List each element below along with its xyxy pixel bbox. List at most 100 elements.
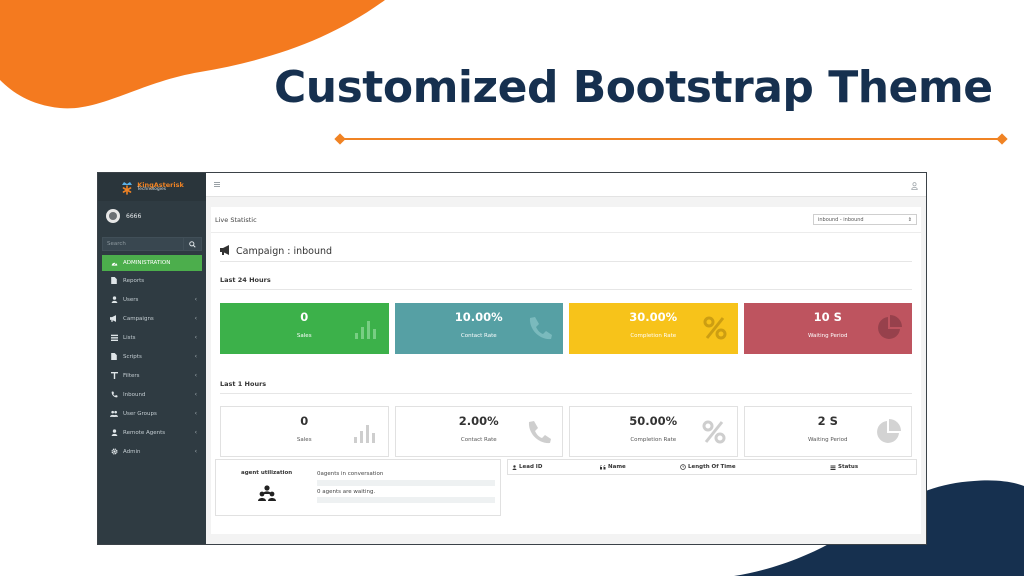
- percent-icon: [702, 420, 725, 444]
- list-icon: [830, 465, 836, 470]
- title-divider: [334, 133, 1008, 145]
- phone-icon: [528, 421, 551, 444]
- stat-card-completion-rate: 50.00% Completion Rate: [569, 406, 738, 457]
- megaphone-icon: [220, 245, 232, 258]
- sidebar-item-label: Remote Agents: [123, 429, 166, 436]
- stat-card-waiting-period: 10 S Waiting Period: [743, 303, 912, 354]
- sidebar-item-inbound[interactable]: Inbound ‹: [98, 385, 206, 404]
- search-icon: [189, 240, 196, 248]
- stat-card-completion-rate: 30.00% Completion Rate: [569, 303, 738, 354]
- sidebar-item-scripts[interactable]: Scripts ‹: [98, 347, 206, 366]
- column-header-length-of-time[interactable]: Length Of Time: [680, 464, 830, 470]
- sidebar-item-filters[interactable]: Filters ‹: [98, 366, 206, 385]
- hamburger-icon[interactable]: [214, 182, 220, 187]
- sidebar-item-label: Users: [123, 296, 139, 303]
- sidebar-item-lists[interactable]: Lists ‹: [98, 328, 206, 347]
- dashboard-screenshot: KingAsterisk Technologies 6666 ADMINISTR…: [97, 172, 927, 545]
- sidebar-item-user-groups[interactable]: User Groups ‹: [98, 404, 206, 423]
- sidebar-item-admin[interactable]: Admin ‹: [98, 442, 206, 461]
- pie-chart-icon: [877, 419, 901, 443]
- stat-card-sales: 0 Sales: [220, 303, 389, 354]
- sidebar: KingAsterisk Technologies 6666 ADMINISTR…: [98, 173, 206, 544]
- stat-card-contact-rate: 2.00% Contact Rate: [394, 406, 563, 457]
- sidebar-item-label: Scripts: [123, 353, 142, 360]
- users-icon: [110, 410, 118, 418]
- user-icon[interactable]: [911, 175, 918, 194]
- sidebar-item-label: User Groups: [123, 410, 157, 417]
- section-title-last-1-hours: Last 1 Hours: [220, 380, 267, 388]
- phone-icon: [110, 391, 118, 399]
- agents-waiting-text: 0 agents are waiting.: [317, 489, 376, 495]
- logo[interactable]: KingAsterisk Technologies: [98, 173, 206, 201]
- user-icon: [110, 296, 118, 304]
- chevron-left-icon: ‹: [194, 334, 197, 341]
- sidebar-search: [102, 237, 202, 251]
- avatar-icon: [106, 209, 120, 223]
- panel-header: Live Statistic inbound - inbound ⇕: [211, 207, 921, 233]
- file-icon: [110, 277, 118, 285]
- sidebar-item-reports[interactable]: Reports: [98, 271, 206, 290]
- campaign-title: Campaign : inbound: [236, 246, 333, 257]
- filter-icon: [110, 372, 118, 380]
- column-header-label: Name: [608, 464, 626, 470]
- conversation-progress-bar: [317, 480, 495, 486]
- sidebar-item-label: Filters: [123, 372, 140, 379]
- waiting-progress-bar: [317, 497, 495, 503]
- logo-subtitle: Technologies: [137, 187, 167, 192]
- user-name: 6666: [126, 212, 142, 220]
- column-header-lead-id[interactable]: Lead ID: [512, 464, 600, 470]
- stat-card-contact-rate: 10.00% Contact Rate: [394, 303, 563, 354]
- agents-table-header: Lead ID Name Length Of Time Status: [507, 459, 917, 475]
- agents-in-conversation-text: 0agents in conversation: [317, 471, 384, 477]
- campaign-select-value: inbound - inbound: [818, 216, 864, 223]
- phone-icon: [529, 317, 552, 340]
- asterisk-logo-icon: [120, 180, 134, 195]
- stat-card-sales: 0 Sales: [220, 406, 389, 457]
- divider-right-diamond: [996, 133, 1008, 145]
- user-icon: [110, 429, 118, 437]
- gear-icon: [110, 448, 118, 456]
- column-header-label: Length Of Time: [688, 464, 736, 470]
- column-header-label: Status: [838, 464, 859, 470]
- bar-chart-icon: [353, 425, 375, 443]
- user-icon: [512, 464, 517, 470]
- sidebar-item-label: Lists: [123, 334, 136, 341]
- sidebar-item-label: ADMINISTRATION: [123, 260, 171, 266]
- stats-cards-24h: 0 Sales 10.00% Contact Rate 30.00% Compl…: [211, 303, 921, 354]
- percent-icon: [703, 316, 726, 340]
- chevron-left-icon: ‹: [194, 410, 197, 417]
- chevron-left-icon: ‹: [194, 315, 197, 322]
- agent-utilization-title: agent utilization: [241, 470, 293, 476]
- column-header-name[interactable]: Name: [600, 464, 680, 470]
- file-icon: [110, 353, 118, 361]
- main-content: Live Statistic inbound - inbound ⇕ Campa…: [206, 173, 926, 544]
- search-input[interactable]: [103, 238, 183, 250]
- megaphone-icon: [110, 315, 118, 323]
- clock-icon: [680, 464, 686, 470]
- search-button[interactable]: [183, 238, 201, 250]
- bottom-row: agent utilization 0agents in conversatio…: [215, 459, 917, 516]
- panel-title: Live Statistic: [215, 215, 257, 224]
- user-profile[interactable]: 6666: [98, 201, 206, 231]
- sidebar-item-campaigns[interactable]: Campaigns ‹: [98, 309, 206, 328]
- sidebar-item-administration[interactable]: ADMINISTRATION: [102, 255, 202, 271]
- top-bar: [206, 173, 926, 197]
- agent-utilization-box: agent utilization 0agents in conversatio…: [215, 459, 501, 516]
- users-group-icon: [258, 485, 276, 501]
- chevron-left-icon: ‹: [194, 372, 197, 379]
- sidebar-item-remote-agents[interactable]: Remote Agents ‹: [98, 423, 206, 442]
- list-icon: [110, 334, 118, 342]
- chevron-left-icon: ‹: [194, 429, 197, 436]
- campaign-select[interactable]: inbound - inbound ⇕: [813, 214, 917, 225]
- dashboard-icon: [110, 259, 118, 267]
- chevron-left-icon: ‹: [194, 448, 197, 455]
- column-header-status[interactable]: Status: [830, 464, 858, 470]
- stats-cards-1h: 0 Sales 2.00% Contact Rate 50.00% Comple…: [211, 406, 921, 457]
- pie-chart-icon: [878, 315, 902, 339]
- slide-title: Customized Bootstrap Theme: [274, 62, 993, 113]
- sidebar-item-label: Campaigns: [123, 315, 154, 322]
- sidebar-item-users[interactable]: Users ‹: [98, 290, 206, 309]
- section-title-last-24-hours: Last 24 Hours: [220, 276, 271, 284]
- divider-left-diamond: [334, 133, 346, 145]
- select-caret-icon: ⇕: [907, 216, 912, 223]
